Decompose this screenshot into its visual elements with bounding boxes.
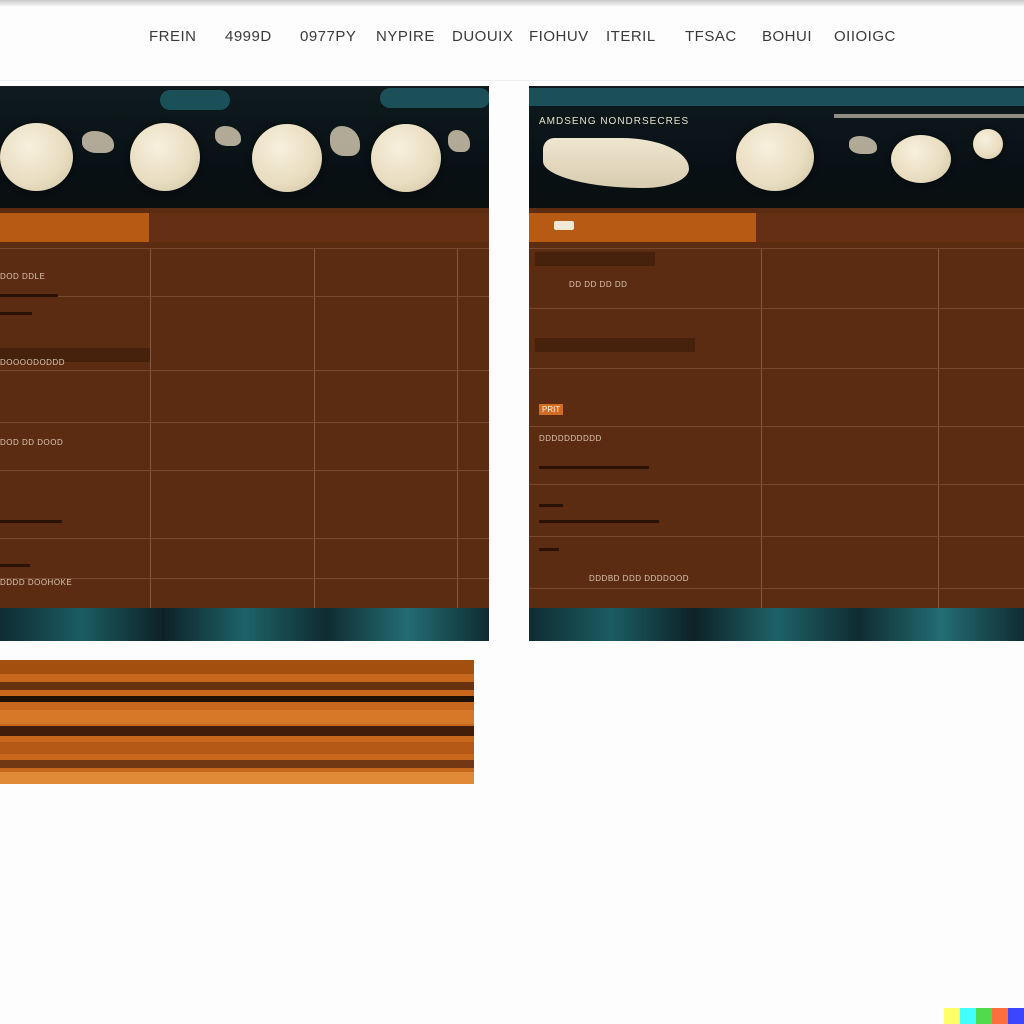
- orb-image: [736, 123, 814, 191]
- grid-line: [529, 368, 1024, 369]
- shard-image: [849, 136, 877, 154]
- orb-image: [0, 123, 73, 191]
- grid-line: [457, 248, 458, 608]
- corner-swatch: [976, 1008, 992, 1024]
- row-bar: [0, 564, 30, 567]
- right-footer-strip: [529, 608, 1024, 641]
- nav-item-10[interactable]: OIIOIGC: [834, 28, 896, 45]
- grid-line: [761, 248, 762, 608]
- row-shade: [535, 338, 695, 352]
- grid-line: [150, 248, 151, 608]
- row-bar: [539, 520, 659, 523]
- grid-line: [0, 538, 489, 539]
- corner-swatch: [1008, 1008, 1024, 1024]
- banner-bar: [834, 114, 1024, 118]
- banner-texture: [160, 90, 230, 110]
- block-stripe: [0, 760, 474, 768]
- banner-texture: [380, 88, 489, 108]
- grid-line: [0, 370, 489, 371]
- left-grid: DOD DDLE DOOOODODDD DOD DD DOOD DDDD DOO…: [0, 248, 489, 608]
- orb-image: [252, 124, 322, 192]
- nav-item-4[interactable]: NYPIRE: [376, 28, 435, 45]
- right-grid: DD DD DD DD PRIT DDDDDDDDDD DDDBD DDD DD…: [529, 248, 1024, 608]
- row-label: DDDD DOOHOKE: [0, 578, 73, 587]
- grid-line: [529, 248, 1024, 249]
- block-stripe: [0, 696, 474, 702]
- grid-line: [0, 470, 489, 471]
- top-nav: FREIN 4999D 0977PY NYPIRE DUOUIX FIOHUV …: [0, 28, 1024, 56]
- bottom-orange-block: [0, 660, 474, 784]
- nav-item-2[interactable]: 4999D: [225, 28, 272, 45]
- grid-line: [0, 578, 489, 579]
- corner-swatch: [960, 1008, 976, 1024]
- block-stripe: [0, 772, 474, 784]
- right-panel: AMDSENG NONDRSECRES DD DD DD DD PRIT DDD…: [529, 86, 1024, 641]
- banner-texture: [529, 88, 1024, 106]
- row-bar: [539, 466, 649, 469]
- left-header-strip: [149, 213, 489, 242]
- left-banner: [0, 86, 489, 208]
- row-bar: [0, 294, 58, 297]
- left-header-tab[interactable]: [0, 213, 149, 242]
- nav-item-8[interactable]: TFSAC: [685, 28, 737, 45]
- grid-line: [938, 248, 939, 608]
- row-label: DDDDDDDDDD: [539, 434, 602, 443]
- top-edge: [0, 0, 1024, 6]
- row-bar: [539, 548, 559, 551]
- orb-image: [130, 123, 200, 191]
- shard-image: [448, 130, 470, 152]
- block-stripe: [0, 660, 474, 674]
- corner-swatch: [944, 1008, 960, 1024]
- right-header-tab[interactable]: [529, 213, 756, 242]
- row-label: DOD DDLE: [0, 272, 46, 281]
- block-stripe: [0, 726, 474, 736]
- grid-line: [529, 588, 1024, 589]
- tab-chip: [554, 221, 574, 230]
- row-label: DOD DD DOOD: [0, 438, 64, 447]
- orb-image: [891, 135, 951, 183]
- grid-line: [529, 308, 1024, 309]
- nav-item-9[interactable]: BOHUI: [762, 28, 812, 45]
- header-label: DD DD DD DD: [569, 280, 628, 289]
- bird-image: [543, 138, 689, 188]
- row-label: DDDBD DDD DDDDOOD: [589, 574, 690, 583]
- row-bar: [0, 312, 32, 315]
- nav-item-7[interactable]: ITERIL: [606, 28, 656, 45]
- nav-item-5[interactable]: DUOUIX: [452, 28, 513, 45]
- grid-line: [0, 422, 489, 423]
- grid-line: [0, 296, 489, 297]
- grid-line: [0, 248, 489, 249]
- left-footer-strip: [0, 608, 489, 641]
- banner-caption: AMDSENG NONDRSECRES: [539, 116, 690, 127]
- nav-item-3[interactable]: 0977PY: [300, 28, 356, 45]
- right-header-strip: [756, 213, 1024, 242]
- row-bar: [0, 520, 62, 523]
- left-panel: DOD DDLE DOOOODODDD DOD DD DOOD DDDD DOO…: [0, 86, 489, 641]
- shard-image: [82, 131, 114, 153]
- orb-image: [973, 129, 1003, 159]
- corner-swatch: [992, 1008, 1008, 1024]
- nav-item-6[interactable]: FIOHUV: [529, 28, 589, 45]
- shard-image: [215, 126, 241, 146]
- block-stripe: [0, 682, 474, 690]
- row-label: DOOOODODDD: [0, 358, 65, 367]
- grid-line: [529, 426, 1024, 427]
- grid-line: [529, 536, 1024, 537]
- row-shade: [535, 252, 655, 266]
- row-bar: [539, 504, 563, 507]
- block-stripe: [0, 742, 474, 754]
- grid-line: [529, 484, 1024, 485]
- grid-line: [314, 248, 315, 608]
- status-badge: PRIT: [539, 404, 564, 415]
- nav-item-1[interactable]: FREIN: [149, 28, 197, 45]
- shard-image: [330, 126, 360, 156]
- nav-divider: [0, 80, 1024, 81]
- corner-mark: [944, 1008, 1024, 1024]
- block-stripe: [0, 710, 474, 724]
- right-banner: AMDSENG NONDRSECRES: [529, 86, 1024, 208]
- orb-image: [371, 124, 441, 192]
